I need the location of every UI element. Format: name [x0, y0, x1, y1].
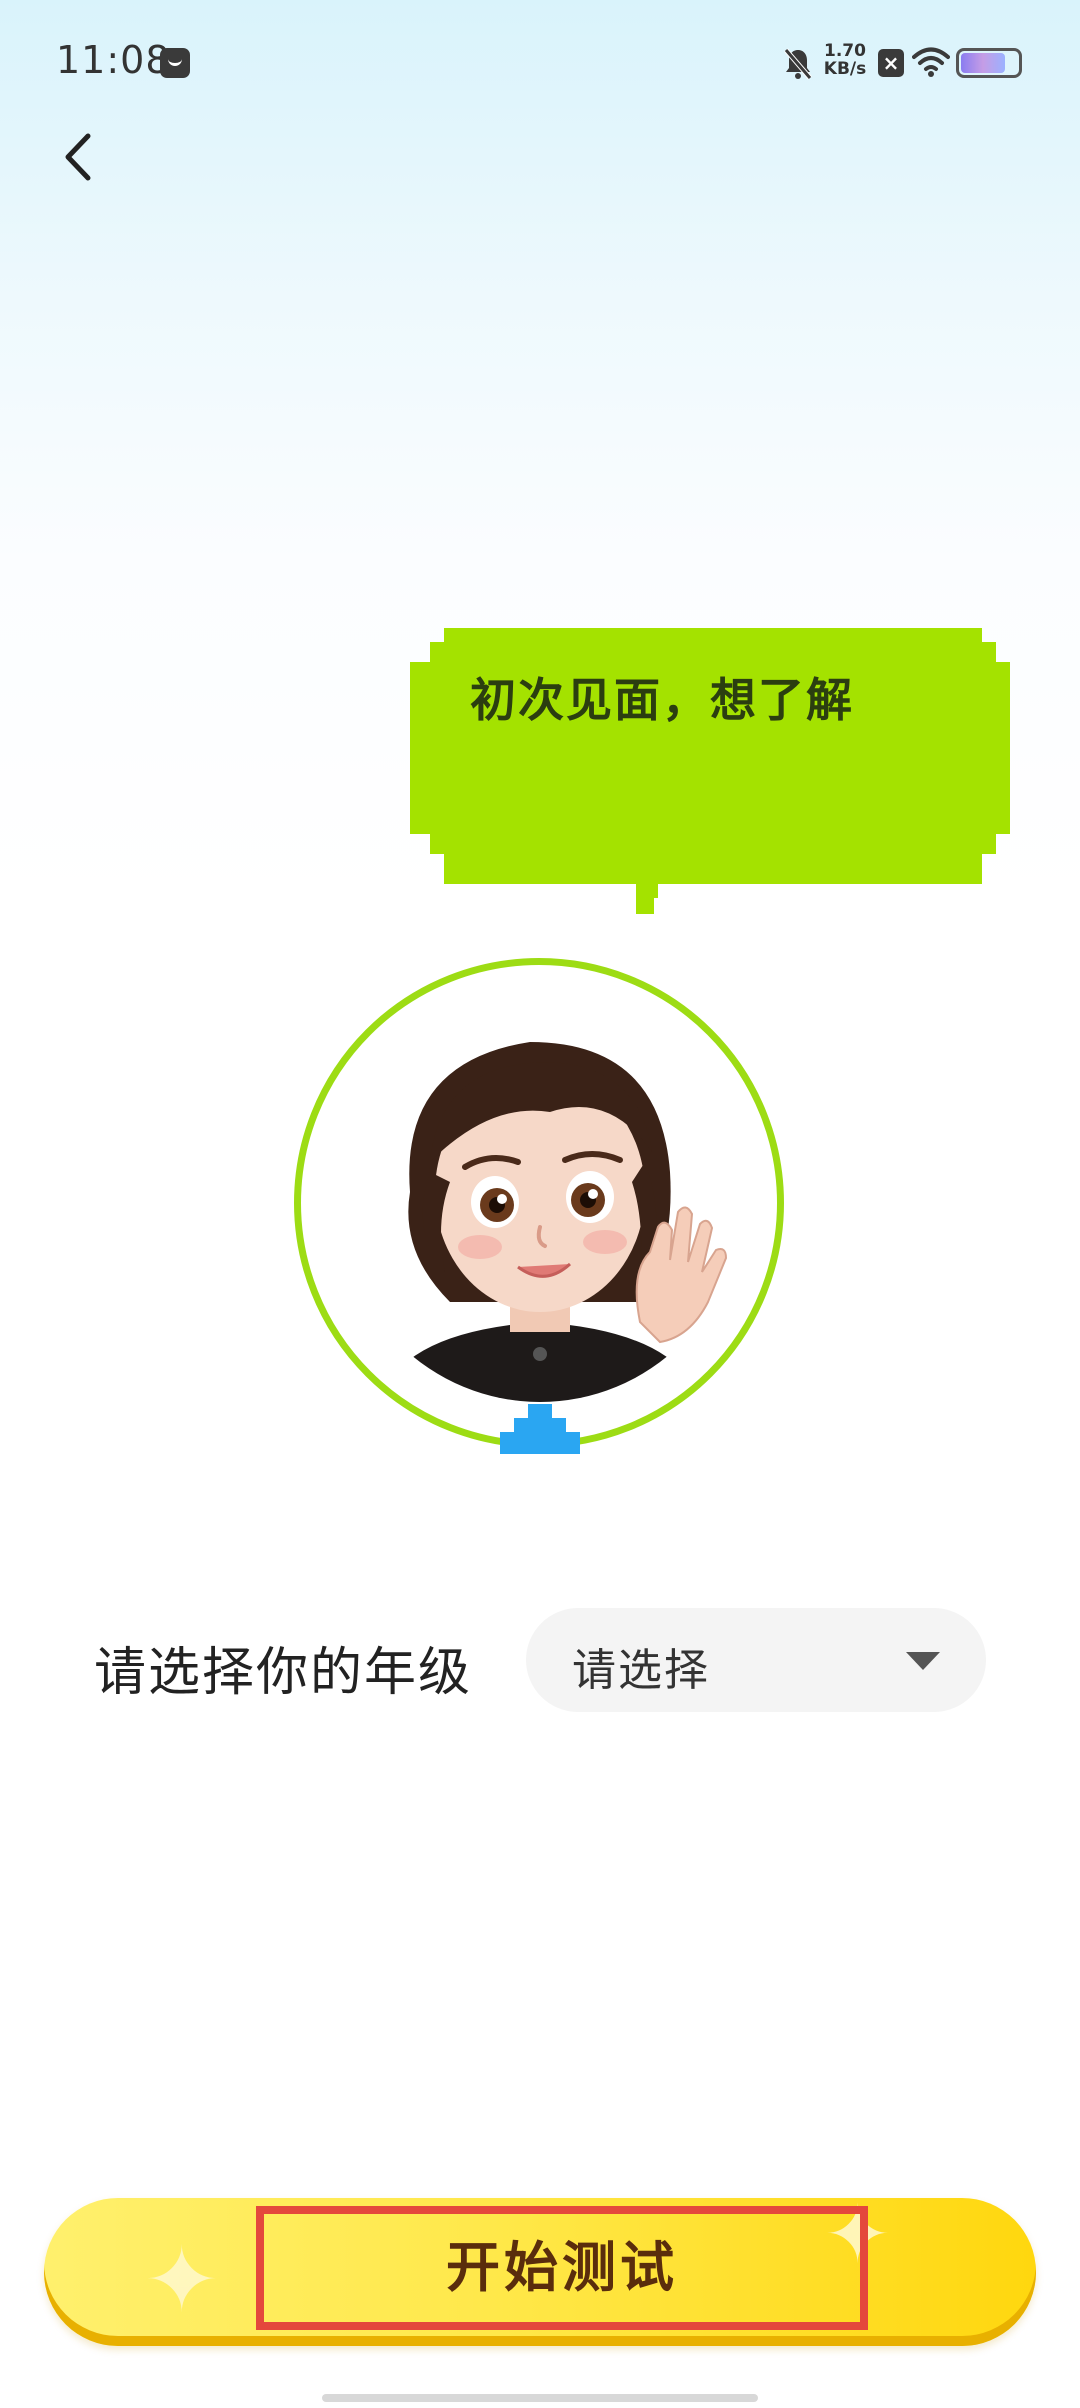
avatar: [340, 1002, 740, 1402]
battery-fill: [961, 53, 1005, 73]
close-box-icon: ×: [878, 49, 904, 77]
grade-select-placeholder: 请选择: [572, 1645, 710, 1696]
chevron-left-icon: [65, 133, 91, 181]
network-speed-value: 1.70: [824, 41, 866, 61]
caret-down-icon: [906, 1652, 940, 1670]
network-speed-unit: KB/s: [823, 59, 867, 79]
network-speed: 1.70 KB/s: [822, 42, 868, 78]
mute-icon: [784, 48, 812, 80]
grade-label: 请选择你的年级: [94, 1643, 473, 1703]
app-notification-icon: [160, 48, 190, 78]
battery-icon: [956, 48, 1022, 78]
back-button[interactable]: [50, 122, 110, 192]
speech-bubble-text: 初次见面，想了解: [470, 673, 854, 727]
avatar-tab: [500, 1404, 580, 1454]
wifi-icon: [912, 47, 950, 77]
sparkle-icon: ✦: [144, 2228, 220, 2333]
status-bar: 11:08 1.70 KB/s ×: [0, 0, 1080, 120]
status-time: 11:08: [56, 38, 171, 82]
grade-select[interactable]: 请选择: [526, 1608, 986, 1712]
home-indicator: [322, 2394, 758, 2402]
start-test-label[interactable]: 开始测试: [256, 2206, 868, 2330]
